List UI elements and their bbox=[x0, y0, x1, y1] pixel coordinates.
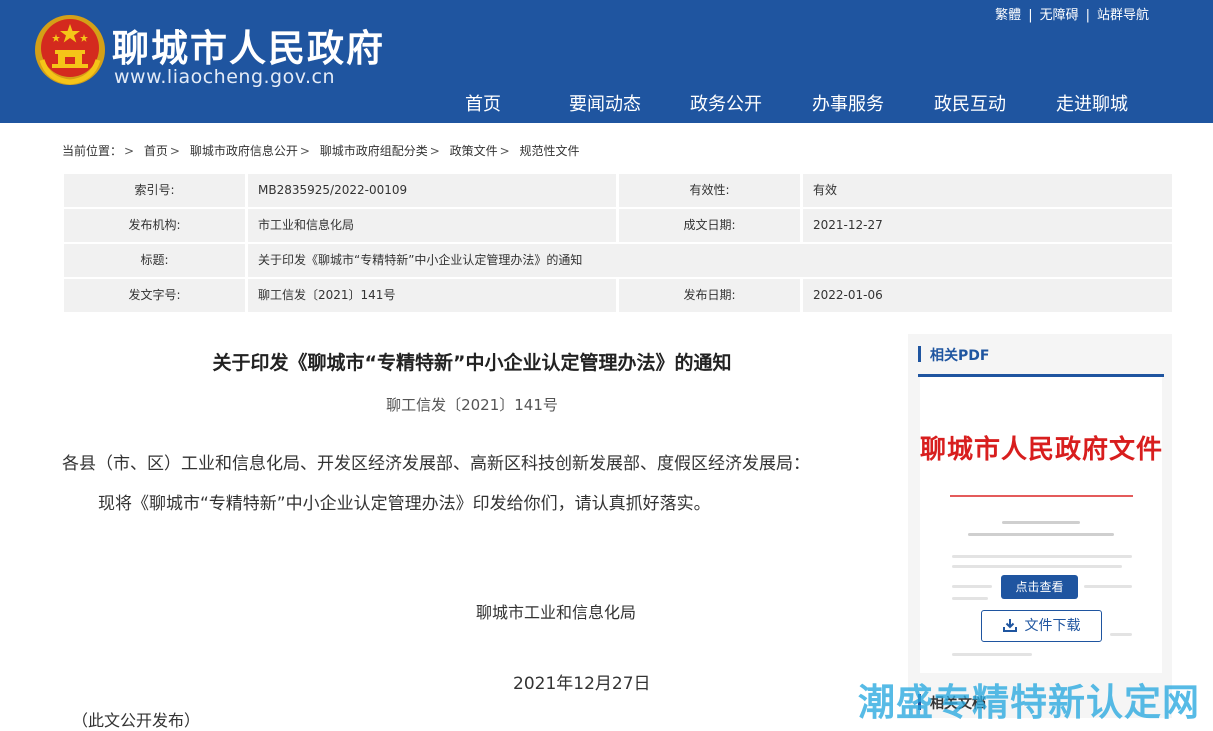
nav-home[interactable]: 首页 bbox=[465, 90, 501, 116]
meta-issuer-label: 发布机构: bbox=[64, 209, 245, 242]
meta-doc-no-value: 聊工信发〔2021〕141号 bbox=[248, 279, 616, 312]
nav-gov-affairs[interactable]: 政务公开 bbox=[690, 90, 762, 116]
meta-row: 标题: 关于印发《聊城市“专精特新”中小企业认定管理办法》的通知 bbox=[64, 244, 1172, 277]
meta-validity-label: 有效性: bbox=[619, 174, 800, 207]
nav-about-city[interactable]: 走进聊城 bbox=[1056, 90, 1128, 116]
nav-news[interactable]: 要闻动态 bbox=[569, 90, 641, 116]
separator: | bbox=[1085, 8, 1090, 23]
breadcrumb-arrow: > bbox=[499, 144, 510, 158]
related-docs-heading-text: 相关文档 bbox=[930, 696, 986, 712]
heading-bar bbox=[918, 346, 921, 362]
breadcrumb-info-disclosure[interactable]: 聊城市政府信息公开 bbox=[190, 142, 298, 159]
accessibility-link[interactable]: 无障碍 bbox=[1040, 8, 1079, 23]
related-sidebar: 相关PDF 聊城市人民政府文件 点击查看 文件下载 相关文档 bbox=[908, 334, 1172, 718]
pdf-preview[interactable]: 聊城市人民政府文件 点击查看 文件下载 bbox=[920, 377, 1162, 673]
meta-title-value: 关于印发《聊城市“专精特新”中小企业认定管理办法》的通知 bbox=[248, 244, 1172, 277]
breadcrumb-arrow: > bbox=[299, 144, 310, 158]
separator: | bbox=[1028, 8, 1033, 23]
article-salutation: 各县（市、区）工业和信息化局、开发区经济发展部、高新区科技创新发展部、度假区经济… bbox=[62, 454, 810, 474]
breadcrumb-normative-docs[interactable]: 规范性文件 bbox=[520, 142, 580, 159]
breadcrumb: 当前位置： > 首页 > 聊城市政府信息公开 > 聊城市政府组配分类 > 政策文件 > 规… bbox=[62, 142, 580, 159]
meta-row: 发布机构: 市工业和信息化局 成文日期: 2021-12-27 bbox=[64, 209, 1172, 242]
traditional-chinese-link[interactable]: 繁體 bbox=[995, 8, 1021, 23]
download-file-button[interactable]: 文件下载 bbox=[981, 610, 1102, 642]
related-docs-heading: 相关文档 bbox=[918, 692, 1164, 714]
breadcrumb-classification[interactable]: 聊城市政府组配分类 bbox=[320, 142, 428, 159]
breadcrumb-policy-docs[interactable]: 政策文件 bbox=[450, 142, 498, 159]
nav-services[interactable]: 办事服务 bbox=[812, 90, 884, 116]
meta-index-value: MB2835925/2022-00109 bbox=[248, 174, 616, 207]
meta-publish-date-value: 2022-01-06 bbox=[803, 279, 1172, 312]
meta-title-label: 标题: bbox=[64, 244, 245, 277]
pdf-blurred-line bbox=[952, 653, 1032, 656]
pdf-preview-title: 聊城市人民政府文件 bbox=[920, 435, 1162, 465]
main-nav: 首页 要闻动态 政务公开 办事服务 政民互动 走进聊城 bbox=[0, 90, 1213, 116]
meta-written-date-value: 2021-12-27 bbox=[803, 209, 1172, 242]
site-url: www.liaocheng.gov.cn bbox=[114, 66, 336, 88]
pdf-blurred-line bbox=[968, 533, 1114, 536]
nav-interaction[interactable]: 政民互动 bbox=[934, 90, 1006, 116]
pdf-blurred-line bbox=[952, 597, 988, 600]
meta-doc-no-label: 发文字号: bbox=[64, 279, 245, 312]
download-file-label: 文件下载 bbox=[1024, 618, 1081, 634]
article-body: 现将《聊城市“专精特新”中小企业认定管理办法》印发给你们，请认真抓好落实。 bbox=[98, 494, 711, 514]
site-group-nav-link[interactable]: 站群导航 bbox=[1097, 8, 1149, 23]
breadcrumb-arrow: > bbox=[169, 144, 180, 158]
site-header: 聊城市人民政府 www.liaocheng.gov.cn 繁體 | 无障碍 | 站群导航… bbox=[0, 0, 1213, 123]
article-signature-date: 2021年12月27日 bbox=[513, 674, 651, 694]
pdf-red-rule bbox=[950, 495, 1133, 497]
article-doc-number: 聊工信发〔2021〕141号 bbox=[386, 396, 558, 414]
pdf-blurred-line bbox=[1110, 633, 1132, 636]
pdf-blurred-line bbox=[952, 565, 1122, 568]
article-publication-note: （此文公开发布） bbox=[72, 711, 201, 730]
breadcrumb-arrow: > bbox=[429, 144, 440, 158]
top-links: 繁體 | 无障碍 | 站群导航 bbox=[995, 4, 1149, 23]
pdf-blurred-line bbox=[952, 585, 992, 588]
breadcrumb-prefix: 当前位置： bbox=[62, 144, 123, 158]
pdf-blurred-line bbox=[952, 555, 1132, 558]
related-pdf-heading: 相关PDF bbox=[918, 344, 1164, 366]
related-pdf-heading-text: 相关PDF bbox=[930, 348, 990, 364]
meta-validity-value: 有效 bbox=[803, 174, 1172, 207]
meta-index-label: 索引号: bbox=[64, 174, 245, 207]
article-signature-org: 聊城市工业和信息化局 bbox=[476, 603, 637, 622]
breadcrumb-arrow: > bbox=[124, 144, 135, 158]
site-name[interactable]: 聊城市人民政府 bbox=[112, 18, 385, 72]
download-icon bbox=[1002, 618, 1017, 632]
meta-written-date-label: 成文日期: bbox=[619, 209, 800, 242]
meta-row: 发文字号: 聊工信发〔2021〕141号 发布日期: 2022-01-06 bbox=[64, 279, 1172, 312]
meta-issuer-value: 市工业和信息化局 bbox=[248, 209, 616, 242]
pdf-blurred-line bbox=[1084, 585, 1132, 588]
heading-bar bbox=[918, 694, 921, 710]
pdf-blurred-line bbox=[1002, 521, 1080, 524]
view-pdf-button[interactable]: 点击查看 bbox=[1001, 575, 1078, 599]
national-emblem-icon[interactable] bbox=[34, 14, 106, 86]
article-title: 关于印发《聊城市“专精特新”中小企业认定管理办法》的通知 bbox=[212, 352, 732, 374]
meta-publish-date-label: 发布日期: bbox=[619, 279, 800, 312]
meta-row: 索引号: MB2835925/2022-00109 有效性: 有效 bbox=[64, 174, 1172, 207]
breadcrumb-home[interactable]: 首页 bbox=[144, 142, 168, 159]
